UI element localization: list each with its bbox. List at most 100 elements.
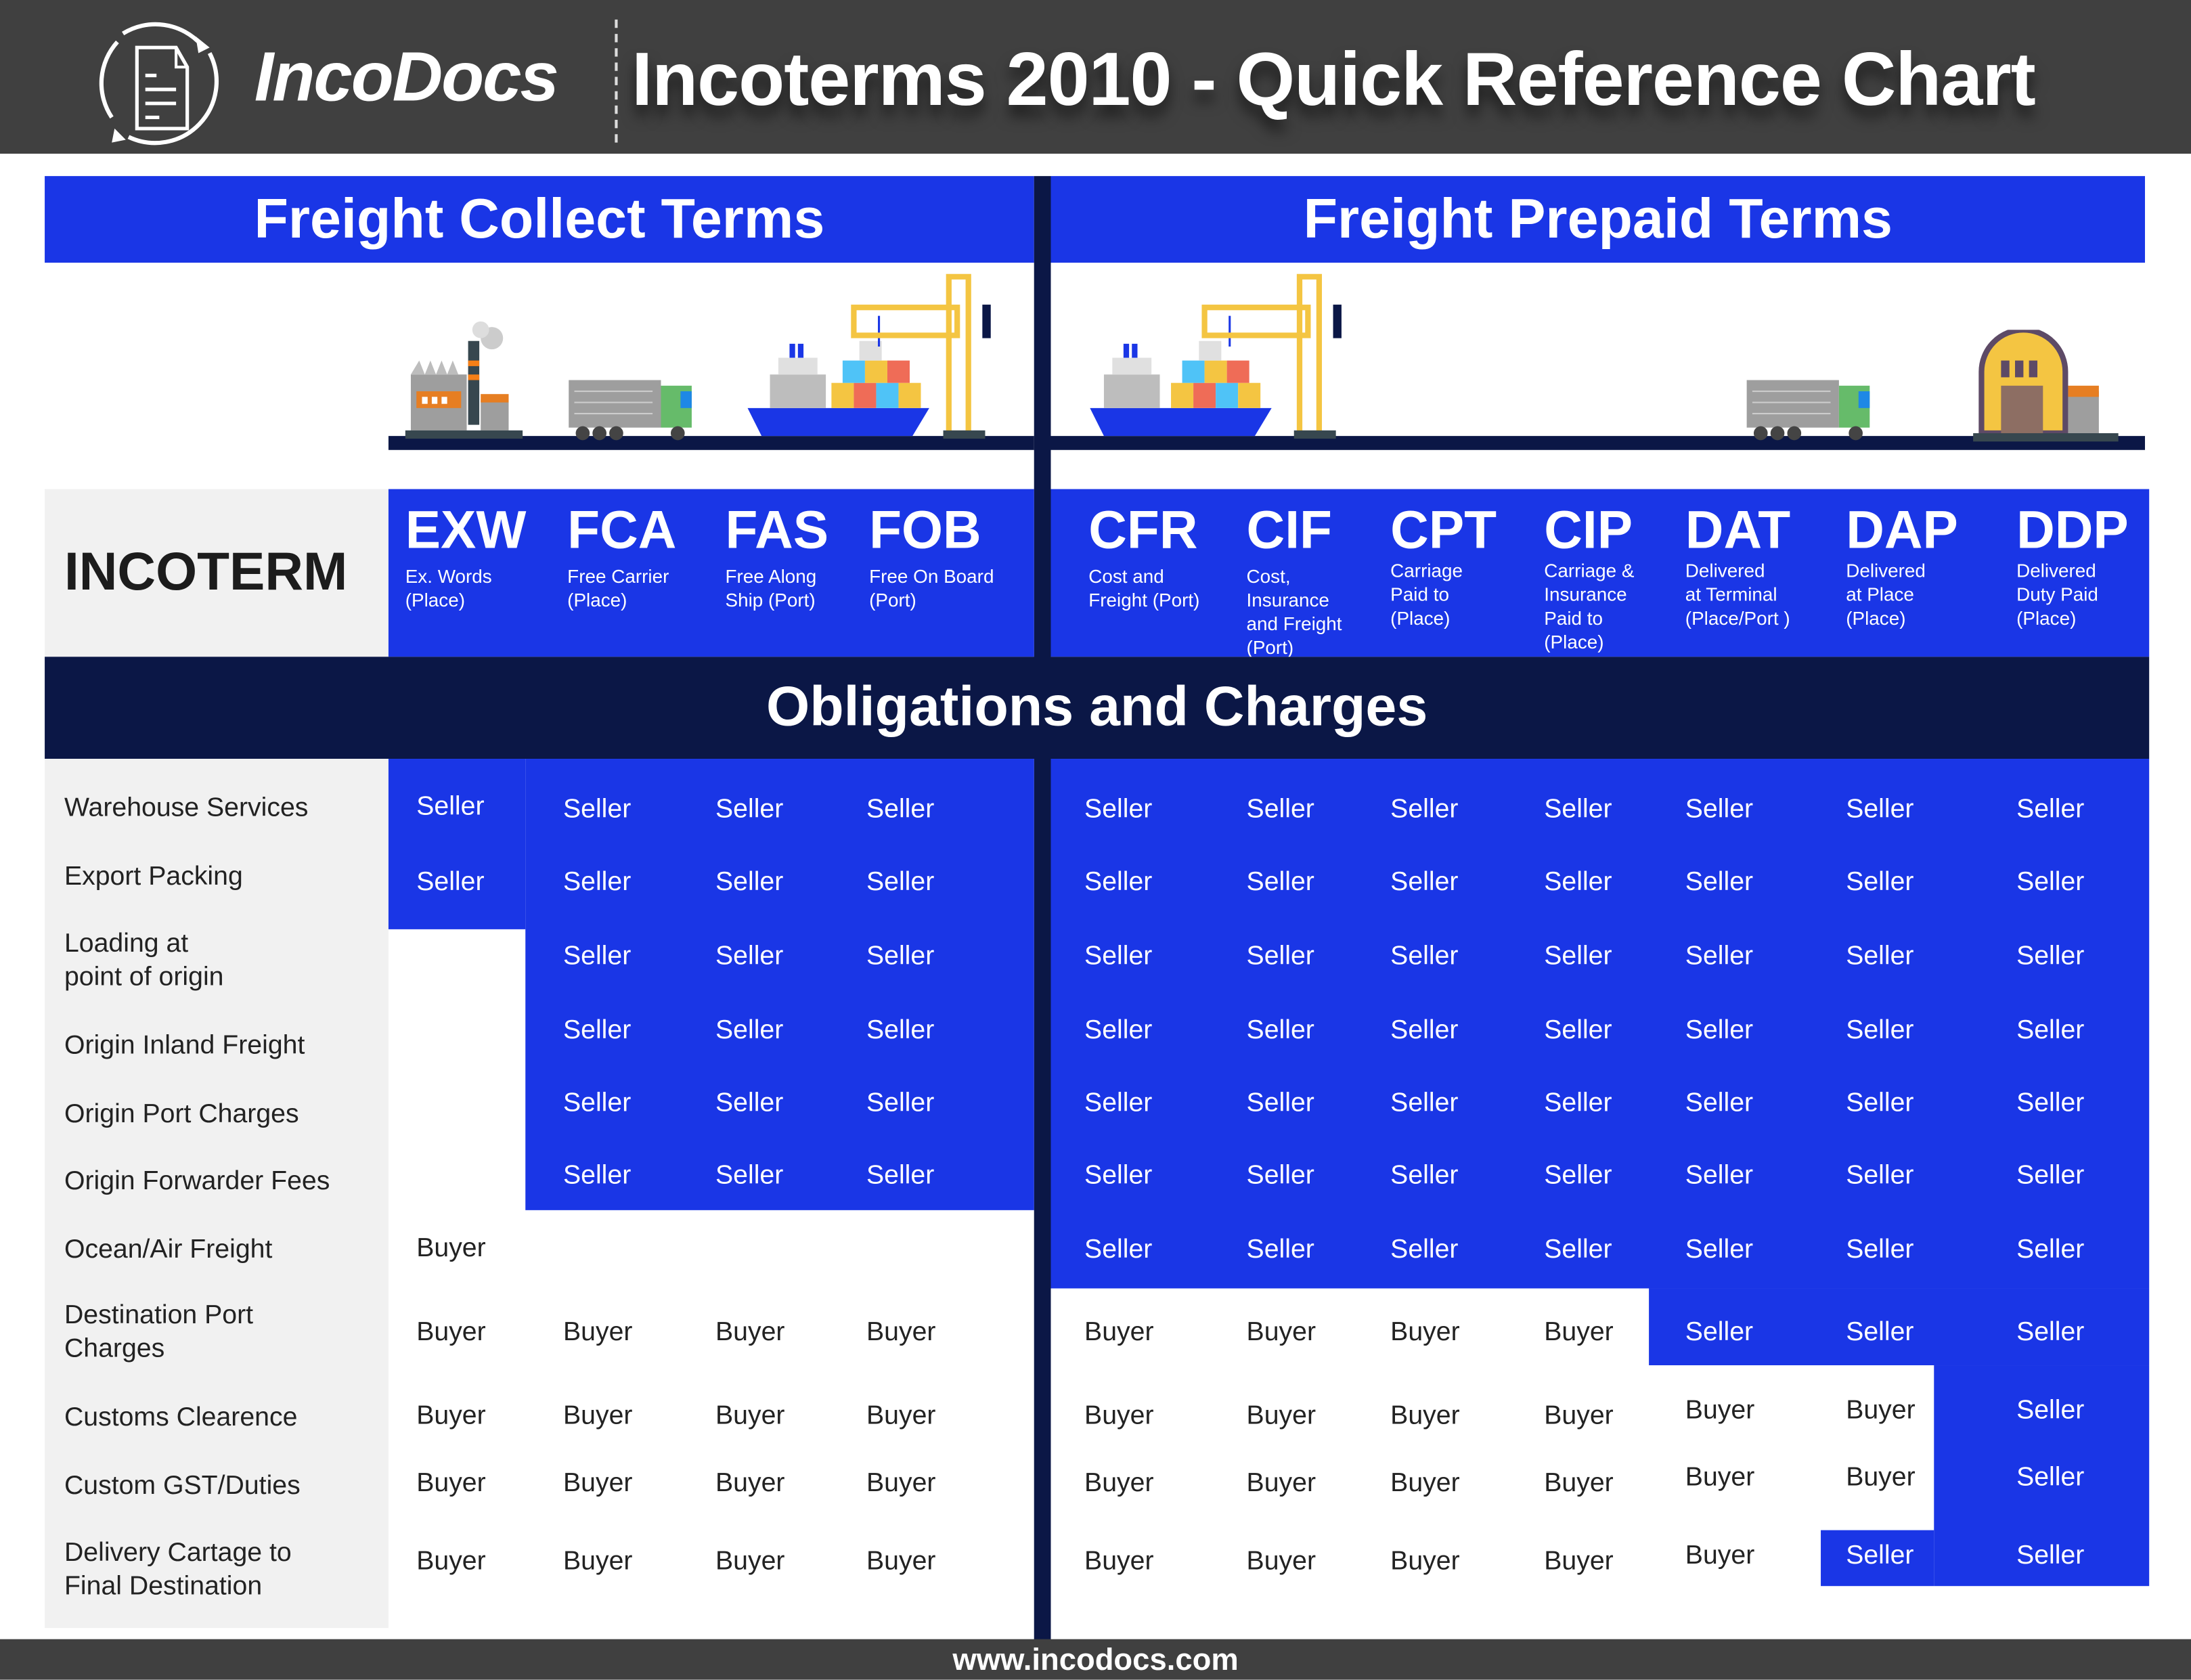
row-label-line: Origin Forwarder Fees bbox=[64, 1166, 330, 1197]
obligation-cell-seller: Seller bbox=[1390, 1235, 1459, 1265]
obligation-cell-buyer: Buyer bbox=[1685, 1463, 1755, 1493]
term-description: Carriage Paid to (Place) bbox=[1390, 559, 1497, 630]
obligation-cell-seller: Seller bbox=[1685, 1015, 1754, 1046]
obligation-cell-seller: Seller bbox=[1685, 1317, 1754, 1348]
obligation-cell-seller: Seller bbox=[1846, 868, 1914, 898]
obligation-cell-seller: Seller bbox=[1685, 1235, 1754, 1265]
term-description: Delivered Duty Paid (Place) bbox=[2016, 559, 2129, 630]
document-cycle-icon bbox=[99, 22, 219, 146]
obligation-cell-buyer: Buyer bbox=[1685, 1541, 1755, 1571]
obligation-cell-seller: Seller bbox=[1246, 1088, 1314, 1118]
term-description-line: Free Along bbox=[725, 566, 817, 588]
obligation-cell-seller: Seller bbox=[866, 1015, 935, 1046]
obligation-cell-seller: Seller bbox=[1685, 1088, 1754, 1118]
term-description-line: Carriage bbox=[1390, 560, 1463, 581]
term-description-line: Paid to bbox=[1390, 583, 1449, 605]
obligation-cell-seller: Seller bbox=[2016, 1396, 2085, 1425]
obligation-cell-buyer: Buyer bbox=[1246, 1547, 1316, 1576]
obligation-cell-seller: Seller bbox=[2016, 1463, 2085, 1493]
term-code: FOB bbox=[869, 502, 981, 560]
obligation-cell-seller: Seller bbox=[1084, 942, 1153, 971]
obligation-cell-buyer: Buyer bbox=[416, 1547, 486, 1576]
obligation-cell-buyer: Buyer bbox=[1084, 1547, 1154, 1576]
term-description-line: (Port) bbox=[869, 590, 916, 611]
page-title: Incoterms 2010 - Quick Reference Chart bbox=[632, 37, 2036, 122]
row-label: Origin Port Charges bbox=[64, 1099, 299, 1132]
row-label-line: Ocean/Air Freight bbox=[64, 1235, 273, 1265]
obligation-cell-buyer: Buyer bbox=[562, 1468, 633, 1499]
term-description-line: Ex. Words bbox=[405, 566, 492, 588]
term-description: Free On Board (Port) bbox=[869, 565, 994, 612]
obligation-cell-seller: Seller bbox=[715, 1161, 784, 1191]
obligation-cell-seller: Seller bbox=[1084, 1015, 1153, 1046]
obligation-cell-seller: Seller bbox=[1084, 1161, 1153, 1191]
row-label: Delivery Cartage to Final Destination bbox=[64, 1537, 292, 1604]
obligation-cell-seller: Seller bbox=[562, 868, 632, 898]
term-cif: CIF Cost, Insurance and Freight (Port) bbox=[1247, 500, 1342, 659]
row-label: Custom GST/Duties bbox=[64, 1470, 301, 1504]
obligation-cell-seller: Seller bbox=[1390, 868, 1459, 898]
obligation-cell-buyer: Buyer bbox=[562, 1547, 633, 1576]
term-description-line: (Place) bbox=[1390, 608, 1451, 629]
obligation-cell-seller: Seller bbox=[2016, 1317, 2085, 1348]
row-label-line: Loading at bbox=[64, 929, 189, 959]
obligation-cell-seller: Seller bbox=[1846, 1541, 1914, 1571]
obligation-cell-seller: Seller bbox=[1084, 1088, 1153, 1118]
obligation-cell-buyer: Buyer bbox=[1390, 1468, 1460, 1499]
obligation-cell-seller: Seller bbox=[1544, 942, 1612, 971]
row-label-line: Customs Clearence bbox=[64, 1402, 298, 1433]
row-label: Ocean/Air Freight bbox=[64, 1234, 272, 1268]
obligation-cell-buyer: Buyer bbox=[416, 1468, 486, 1499]
row-label-line: Origin Inland Freight bbox=[64, 1031, 305, 1061]
row-label: Origin Forwarder Fees bbox=[64, 1166, 330, 1199]
row-label-line: Warehouse Services bbox=[64, 793, 309, 823]
obligation-cell-buyer: Buyer bbox=[1390, 1317, 1460, 1348]
brand-logo-text: IncoDocs bbox=[254, 37, 559, 116]
term-description: Cost, Insurance and Freight (Port) bbox=[1247, 565, 1342, 659]
footer-url[interactable]: www.incodocs.com bbox=[0, 1639, 2191, 1680]
term-description-line: Delivered bbox=[1846, 560, 1926, 581]
obligation-cell-buyer: Buyer bbox=[1390, 1547, 1460, 1576]
obligation-cell-seller: Seller bbox=[416, 792, 485, 822]
term-description-line: Delivered bbox=[1685, 560, 1765, 581]
obligation-cell-buyer: Buyer bbox=[1544, 1401, 1614, 1432]
obligation-cell-seller: Seller bbox=[562, 1161, 632, 1191]
obligation-cell-seller: Seller bbox=[866, 868, 935, 898]
row-label-line: Delivery Cartage to bbox=[64, 1539, 292, 1568]
term-code: CIP bbox=[1544, 502, 1633, 560]
center-divider bbox=[1034, 176, 1051, 1643]
obligation-cell-buyer: Buyer bbox=[1544, 1547, 1614, 1576]
obligation-cell-buyer: Buyer bbox=[416, 1317, 486, 1348]
obligation-cell-buyer: Buyer bbox=[1246, 1468, 1316, 1499]
obligation-cell-seller: Seller bbox=[1544, 868, 1612, 898]
obligation-cell-seller: Seller bbox=[1846, 942, 1914, 971]
obligation-cell-seller: Seller bbox=[1846, 795, 1914, 825]
obligation-cell-buyer: Buyer bbox=[715, 1468, 785, 1499]
obligation-cell-seller: Seller bbox=[866, 795, 935, 825]
obligation-cell-seller: Seller bbox=[1390, 795, 1459, 825]
term-exw: EXW Ex. Words (Place) bbox=[405, 500, 527, 612]
obligation-cell-buyer: Buyer bbox=[866, 1468, 936, 1499]
term-description-line: (Port) bbox=[1246, 637, 1294, 659]
term-cip: CIP Carriage & Insurance Paid to (Place) bbox=[1544, 500, 1634, 654]
obligation-cell-seller: Seller bbox=[1390, 1161, 1459, 1191]
term-code: CFR bbox=[1088, 502, 1198, 560]
section-freight-prepaid: Freight Prepaid Terms bbox=[1050, 176, 2146, 263]
term-description-line: Insurance bbox=[1246, 590, 1329, 611]
term-description-line: Delivered bbox=[2016, 560, 2096, 581]
term-description: Free Carrier (Place) bbox=[567, 565, 676, 612]
row-label-line: Final Destination bbox=[64, 1572, 263, 1601]
obligation-cell-seller: Seller bbox=[715, 795, 784, 825]
obligation-cell-seller: Seller bbox=[2016, 1088, 2085, 1118]
obligation-cell-seller: Seller bbox=[2016, 1161, 2085, 1191]
obligation-cell-buyer: Buyer bbox=[562, 1317, 633, 1348]
obligation-cell-seller: Seller bbox=[2016, 1015, 2085, 1046]
term-description: Carriage & Insurance Paid to (Place) bbox=[1544, 559, 1634, 654]
obligation-cell-buyer: Buyer bbox=[1544, 1317, 1614, 1348]
obligation-cell-buyer: Buyer bbox=[1685, 1396, 1755, 1425]
header-divider bbox=[615, 19, 618, 143]
term-description-line: Duty Paid bbox=[2016, 583, 2098, 605]
term-description: Cost and Freight (Port) bbox=[1088, 565, 1199, 612]
term-description-line: Cost and bbox=[1088, 566, 1164, 588]
term-description-line: Cost, bbox=[1246, 566, 1291, 588]
